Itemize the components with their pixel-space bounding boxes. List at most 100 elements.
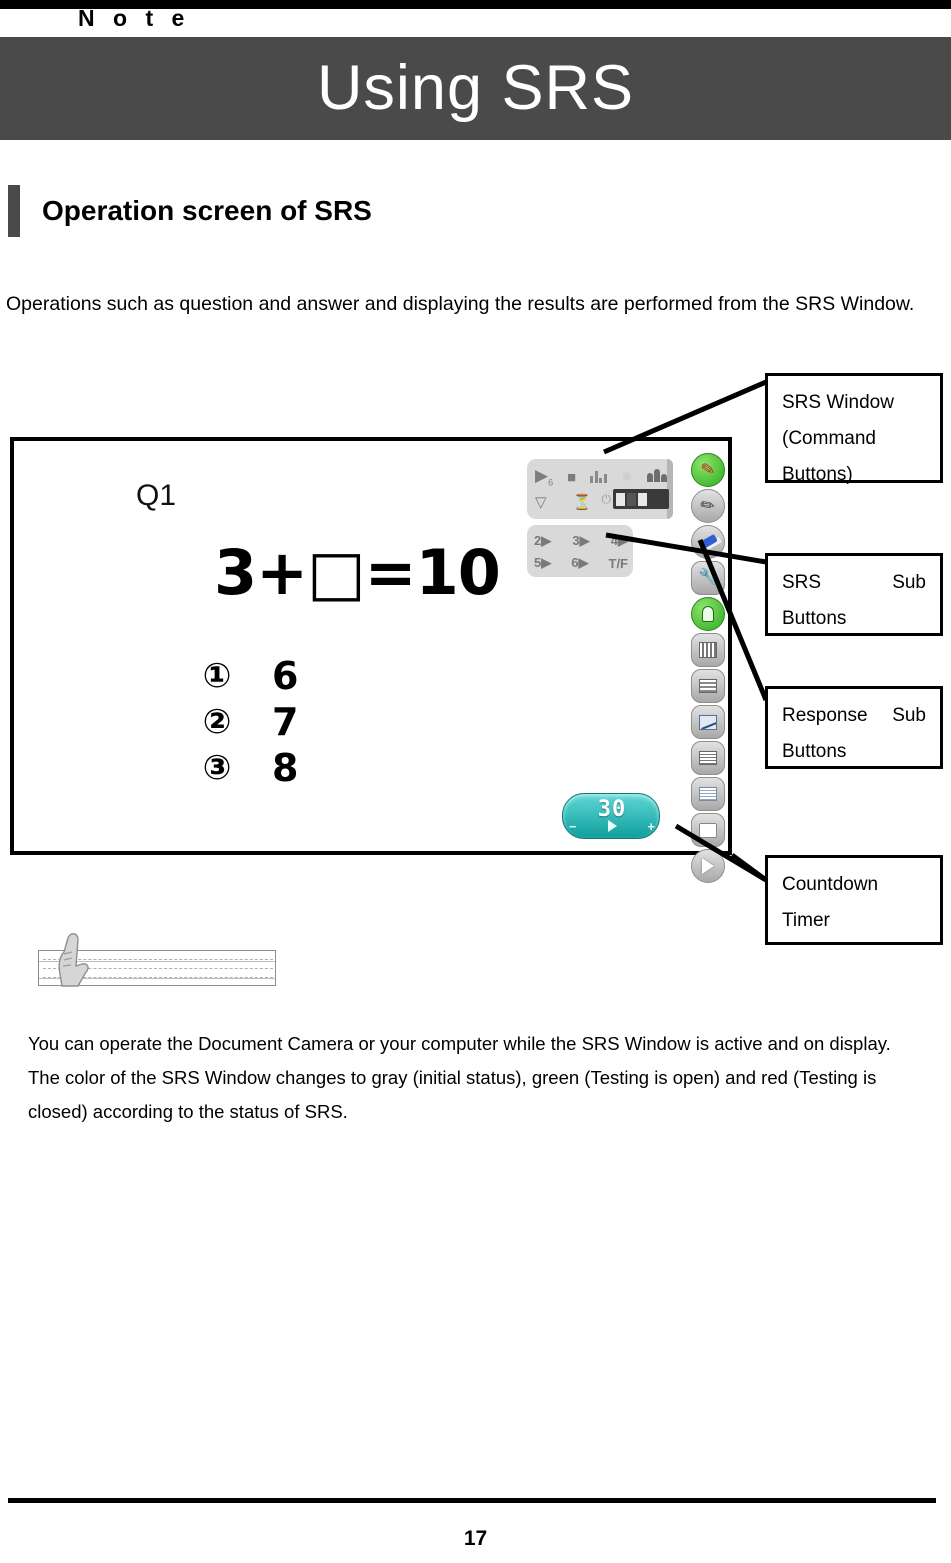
people-icon[interactable] [646, 469, 667, 485]
callout-line: Buttons [782, 741, 847, 762]
choice-marker: ③ [202, 748, 232, 788]
sub-button-4[interactable]: 4▶ [611, 533, 628, 549]
notebook-lines-icon[interactable] [691, 777, 725, 811]
music-staff-icon[interactable] [691, 741, 725, 775]
list-item: ③ 8 [194, 745, 299, 791]
sub-button-2[interactable]: 2▶ [534, 533, 551, 549]
sub-button-true-false[interactable]: T/F [609, 556, 629, 571]
chapter-title: Using SRS [316, 53, 635, 123]
intro-paragraph: Operations such as question and answer a… [6, 293, 915, 315]
srs-command-buttons-panel[interactable]: ▶6 ■ ✸ ▽ ⏳ ⏻ [527, 459, 673, 519]
command-row-primary: ▶6 ■ ✸ [535, 465, 667, 489]
choice-value: 7 [272, 700, 299, 744]
lcd-cell [638, 492, 647, 506]
blank-page-icon[interactable] [691, 813, 725, 847]
callout-line: (Command [782, 428, 876, 449]
battery-icon: ⏻ [601, 492, 612, 506]
sparkle-icon[interactable]: ✸ [620, 470, 633, 485]
timer-increase-button[interactable]: + [647, 819, 655, 834]
choice-marker: ② [202, 702, 232, 742]
color-pencil-glyph: ✎ [699, 458, 717, 481]
note-body: You can operate the Document Camera or y… [28, 1027, 938, 1129]
callout-line: SRS Window [782, 392, 894, 413]
callout-line: Buttons [782, 608, 847, 629]
callout-countdown-timer: Countdown Timer [765, 855, 943, 945]
blank-page-glyph [699, 822, 717, 838]
play-count-label: 6 [548, 477, 554, 488]
callout-word: SRS [782, 572, 822, 593]
callout-word: Response [782, 705, 868, 726]
choice-value: 8 [272, 746, 299, 790]
stopwatch-icon[interactable]: ⏳ [573, 495, 592, 510]
callout-word: Sub [892, 705, 926, 726]
bar-chart-icon[interactable] [590, 469, 607, 486]
callout-line: Buttons) [782, 464, 853, 485]
callout-srs-window: SRS Window (Command Buttons) [765, 373, 943, 485]
lcd-cell [627, 492, 636, 506]
graph-paper-icon[interactable] [691, 705, 725, 739]
callout-line: Countdown [782, 874, 879, 895]
wrench-glyph: 🔧 [698, 569, 718, 586]
srs-sub-buttons-panel[interactable]: 2▶ 3▶ 4▶ 5▶ 6▶ T/F [527, 525, 633, 577]
sub-button-3[interactable]: 3▶ [572, 533, 589, 549]
chapter-banner: Using SRS [0, 37, 951, 140]
collapse-triangle-icon[interactable]: ▽ [535, 495, 547, 510]
section-accent-bar [8, 185, 20, 237]
countdown-timer[interactable]: 30 − + [562, 793, 660, 839]
tools-wrench-icon[interactable]: 🔧 [691, 561, 725, 595]
lined-paper-glyph [699, 679, 717, 693]
timer-decrease-button[interactable]: − [569, 819, 577, 834]
choice-value: 6 [272, 654, 299, 698]
question-equation: 3+□=10 [214, 536, 501, 609]
blinds-icon[interactable] [691, 633, 725, 667]
eraser-icon[interactable] [691, 525, 725, 559]
lcd-cell [616, 492, 625, 506]
graph-paper-glyph [699, 714, 717, 730]
choice-marker: ① [202, 656, 232, 696]
status-display [613, 489, 669, 509]
response-sub-buttons-toolbar[interactable]: ✎ ✎ 🔧 [686, 453, 730, 883]
list-item: ① 6 [194, 653, 299, 699]
callout-response-sub-buttons: Response Sub Buttons [765, 686, 943, 769]
bar-chart-glyph [590, 469, 607, 483]
pencil-glyph: ✎ [696, 493, 719, 518]
lamp-glyph [702, 606, 714, 622]
stop-icon[interactable]: ■ [567, 470, 576, 485]
list-item: ② 7 [194, 699, 299, 745]
lined-paper-icon[interactable] [691, 669, 725, 703]
color-pencil-icon[interactable]: ✎ [691, 453, 725, 487]
pointing-hand-icon [58, 933, 89, 987]
notebook-lines-glyph [699, 787, 717, 801]
note-paragraph: The color of the SRS Window changes to g… [28, 1067, 877, 1122]
blinds-glyph [699, 642, 717, 658]
expand-arrow-icon[interactable] [691, 849, 725, 883]
footer-rule [8, 1498, 936, 1503]
note-paragraph: You can operate the Document Camera or y… [28, 1033, 891, 1054]
expand-arrow-glyph [702, 858, 714, 874]
play-6-icon[interactable]: ▶6 [535, 467, 553, 487]
music-staff-glyph [699, 751, 717, 765]
note-label: N o t e [78, 5, 191, 31]
question-label: Q1 [136, 479, 177, 512]
manual-page: Using SRS Operation screen of SRS Operat… [0, 0, 951, 1563]
sub-button-5[interactable]: 5▶ [534, 555, 551, 571]
callout-line: SRS Sub [782, 565, 926, 601]
page-number: 17 [463, 1527, 488, 1550]
sub-buttons-row-2: 5▶ 6▶ T/F [534, 552, 628, 574]
callout-line: Response Sub [782, 698, 926, 734]
callout-line: Timer [782, 910, 830, 931]
section-heading: Operation screen of SRS [8, 185, 372, 237]
callout-srs-sub-buttons: SRS Sub Buttons [765, 553, 943, 636]
sub-buttons-row-1: 2▶ 3▶ 4▶ [534, 530, 628, 552]
timer-start-icon[interactable] [607, 820, 617, 832]
countdown-timer-controls: − + [569, 818, 655, 834]
section-title: Operation screen of SRS [42, 195, 372, 226]
callout-word: Sub [892, 572, 926, 593]
sub-button-6[interactable]: 6▶ [571, 555, 588, 571]
spotlight-lamp-icon[interactable] [691, 597, 725, 631]
pencil-icon[interactable]: ✎ [691, 489, 725, 523]
eraser-glyph [698, 534, 718, 550]
answer-choices: ① 6 ② 7 ③ 8 [194, 653, 299, 791]
srs-screenshot-frame: Q1 3+□=10 ① 6 ② 7 ③ 8 ▶6 ■ ✸ ▽ ⏳ ⏻ 2▶ 3▶… [10, 437, 732, 883]
people-glyph [646, 469, 667, 482]
